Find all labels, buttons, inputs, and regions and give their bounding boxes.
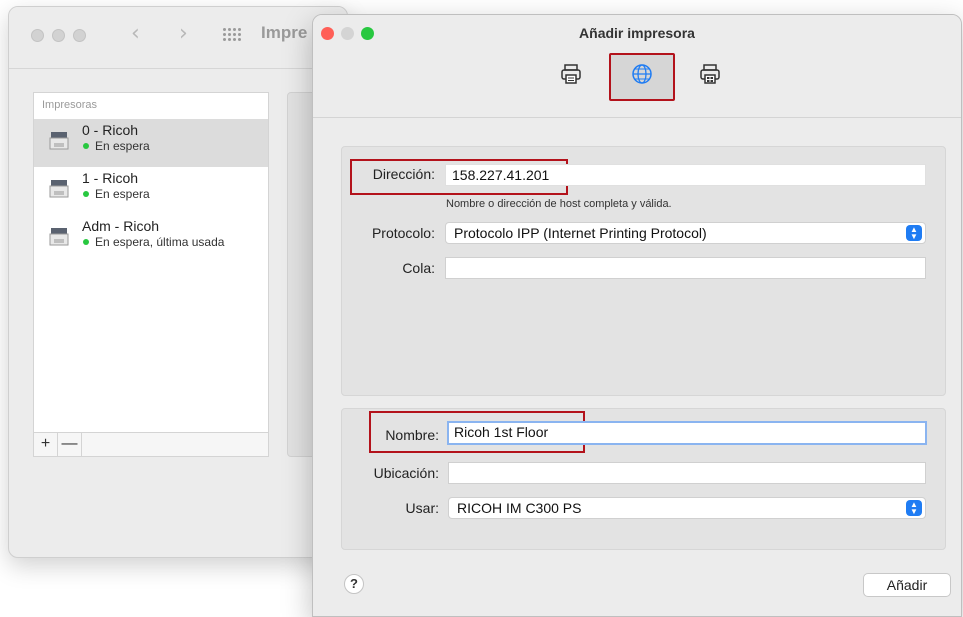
printer-status-text: En espera [95,187,150,201]
printer-icon [49,228,69,246]
show-all-grid-icon[interactable] [223,28,241,42]
name-label: Nombre: [385,427,439,443]
printer-row[interactable]: 0 - Ricoh En espera [34,119,268,167]
updown-chevron-icon: ▲ ▼ [906,500,922,516]
queue-input[interactable] [445,257,926,279]
default-printer-icon [561,64,581,84]
address-input[interactable]: 158.227.41.201 [445,164,926,186]
tab-default[interactable] [558,61,584,87]
tab-ip[interactable] [629,61,655,87]
status-dot-icon [83,143,89,149]
printer-row[interactable]: 1 - Ricoh En espera [34,167,268,215]
list-header: Impresoras [42,99,98,111]
printer-name: Adm - Ricoh [82,218,160,234]
dialog-title: Añadir impresora [579,25,695,41]
back-chevron-icon[interactable]: ‹ [131,21,140,46]
protocol-select[interactable]: Protocolo IPP (Internet Printing Protoco… [445,222,926,244]
use-label: Usar: [405,500,439,516]
ip-globe-icon [632,64,652,84]
window-title: Impre [261,23,308,42]
driver-value: RICOH IM C300 PS [457,500,582,516]
printer-status-text: En espera, última usada [95,235,225,249]
forward-chevron-icon[interactable]: › [179,21,188,46]
list-footer: + — [34,432,268,456]
protocol-value: Protocolo IPP (Internet Printing Protoco… [454,225,707,241]
close-dot-inactive[interactable] [31,29,44,42]
address-label: Dirección: [372,166,435,182]
remove-printer-button[interactable]: — [58,433,82,456]
printer-list: Impresoras 0 - Ricoh En espera 1 - Ricoh… [33,92,269,457]
add-printer-dialog: Añadir impresora Dirección: 158.227.41.2… [312,14,962,617]
updown-chevron-icon: ▲ ▼ [906,225,922,241]
location-label: Ubicación: [373,465,439,481]
tab-windows[interactable] [697,61,723,87]
windows-printer-icon [700,64,720,84]
minimize-dot-inactive[interactable] [52,29,65,42]
status-dot-icon [83,191,89,197]
help-button[interactable]: ? [344,574,364,594]
name-input[interactable]: Ricoh 1st Floor [447,421,927,445]
protocol-label: Protocolo: [371,225,435,241]
driver-select[interactable]: RICOH IM C300 PS ▲ ▼ [448,497,926,519]
back-titlebar: ‹ › Impre [9,7,347,69]
dialog-titlebar: Añadir impresora [313,15,961,118]
add-button[interactable]: Añadir [863,573,951,597]
queue-label: Cola: [402,260,435,276]
zoom-dot-inactive[interactable] [73,29,86,42]
printer-status: En espera [82,139,268,153]
printer-status: En espera, última usada [82,235,268,249]
printer-name: 0 - Ricoh [82,122,139,138]
printer-row[interactable]: Adm - Ricoh En espera, última usada [34,215,268,263]
printer-status-text: En espera [95,139,150,153]
add-printer-button[interactable]: + [34,433,58,456]
printer-name: 1 - Ricoh [82,170,139,186]
address-hint: Nombre o dirección de host completa y vá… [446,198,672,210]
printer-status: En espera [82,187,268,201]
printer-icon [49,180,69,198]
printers-window: ‹ › Impre Impresoras 0 - Ricoh En espera… [8,6,348,558]
location-input[interactable] [448,462,926,484]
status-dot-icon [83,239,89,245]
printer-icon [49,132,69,150]
